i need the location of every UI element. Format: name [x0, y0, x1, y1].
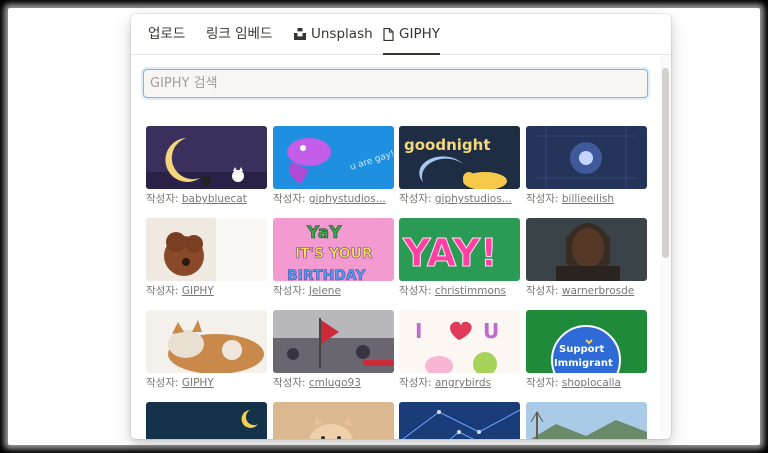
flag-crowd-icon[interactable]: [273, 310, 394, 373]
caption-prefix: 작성자:: [146, 377, 182, 389]
gif-item[interactable]: [399, 402, 520, 439]
gif-caption: 작성자: christimmons: [399, 285, 520, 298]
file-icon: [383, 27, 394, 41]
gif-item[interactable]: [273, 402, 394, 439]
i-love-u-icon[interactable]: IU: [399, 310, 520, 373]
blue-network-icon[interactable]: [399, 402, 520, 439]
gif-item[interactable]: 작성자: warnerbrosde: [526, 218, 647, 298]
dog-photo-icon[interactable]: [146, 218, 267, 281]
gif-item[interactable]: 작성자: GIPHY: [146, 310, 267, 390]
author-link[interactable]: angrybirds: [435, 377, 491, 389]
svg-text:goodnight: goodnight: [404, 136, 491, 154]
svg-text:YAY!: YAY!: [402, 231, 498, 275]
author-link[interactable]: Jelene: [309, 285, 341, 297]
tab-bar: 업로드 링크 임베드 Unsplash GIPHY: [131, 14, 671, 55]
tab-unsplash[interactable]: Unsplash: [294, 14, 373, 54]
support-immigrant-icon[interactable]: Support Immigrant: [526, 310, 647, 373]
yay-birthday-icon[interactable]: YaY IT'S YOUR BIRTHDAY: [273, 218, 394, 281]
gif-item[interactable]: goodnight 작성자: giphystudios...: [399, 126, 520, 206]
gif-caption: 작성자: giphystudios...: [273, 193, 394, 206]
author-link[interactable]: warnerbrosde: [562, 285, 634, 297]
landscape-icon[interactable]: [526, 402, 647, 439]
author-link[interactable]: GIPHY: [182, 377, 214, 389]
sleepy-moon-cat-icon[interactable]: [146, 126, 267, 189]
svg-text:YaY: YaY: [306, 223, 342, 243]
svg-text:Support: Support: [559, 344, 604, 355]
gif-caption: 작성자: billieeilish: [526, 193, 647, 206]
caption-prefix: 작성자:: [399, 377, 435, 389]
tab-unsplash-label: Unsplash: [311, 26, 373, 42]
blue-glow-icon[interactable]: [526, 126, 647, 189]
svg-text:Immigrant: Immigrant: [554, 358, 613, 369]
gif-item[interactable]: 작성자: billieeilish: [526, 126, 647, 206]
search-input[interactable]: [144, 70, 647, 97]
goodnight-moon-icon[interactable]: goodnight: [399, 126, 520, 189]
scrollbar-thumb[interactable]: [662, 68, 669, 258]
svg-text:IT'S YOUR: IT'S YOUR: [295, 246, 373, 262]
gif-item[interactable]: I U 작성자: angrybirds: [399, 310, 520, 390]
svg-text:I: I: [415, 319, 422, 343]
author-link[interactable]: shoplocalla: [562, 377, 621, 389]
gif-caption: 작성자: cmlugo93: [273, 377, 394, 390]
man-portrait-icon[interactable]: [526, 218, 647, 281]
caption-prefix: 작성자:: [273, 377, 309, 389]
gif-item[interactable]: YAY! 작성자: christimmons: [399, 218, 520, 298]
author-link[interactable]: babybluecat: [182, 193, 247, 205]
yay-text-icon[interactable]: YAY!: [399, 218, 520, 281]
gif-caption: 작성자: giphystudios...: [399, 193, 520, 206]
gif-caption: 작성자: GIPHY: [146, 377, 267, 390]
tab-embed-link[interactable]: 링크 임베드: [206, 14, 272, 54]
gif-item[interactable]: YaY IT'S YOUR BIRTHDAY 작성자: Jelene: [273, 218, 394, 298]
gif-caption: 작성자: GIPHY: [146, 285, 267, 298]
media-picker-popup: 업로드 링크 임베드 Unsplash GIPHY 작성자: babybluec…: [131, 14, 671, 439]
kitten-photo-icon[interactable]: [273, 402, 394, 439]
author-link[interactable]: cmlugo93: [309, 377, 361, 389]
gif-caption: 작성자: angrybirds: [399, 377, 520, 390]
author-link[interactable]: giphystudios...: [435, 193, 512, 205]
tab-giphy[interactable]: GIPHY: [383, 14, 440, 55]
caption-prefix: 작성자:: [146, 285, 182, 297]
caption-prefix: 작성자:: [273, 285, 309, 297]
gif-caption: 작성자: Jelene: [273, 285, 394, 298]
gif-caption: 작성자: warnerbrosde: [526, 285, 647, 298]
caption-prefix: 작성자:: [526, 377, 562, 389]
unsplash-icon: [294, 28, 306, 40]
gif-item[interactable]: 작성자: cmlugo93: [273, 310, 394, 390]
caption-prefix: 작성자:: [146, 193, 182, 205]
caption-prefix: 작성자:: [399, 285, 435, 297]
author-link[interactable]: GIPHY: [182, 285, 214, 297]
gif-caption: 작성자: shoplocalla: [526, 377, 647, 390]
author-link[interactable]: billieeilish: [562, 193, 614, 205]
search-field[interactable]: [143, 69, 648, 98]
caption-prefix: 작성자:: [273, 193, 309, 205]
caption-prefix: 작성자:: [526, 285, 562, 297]
content-area: 작성자: babybluecat u are gay! 작성자: giphystud…: [131, 55, 660, 439]
caption-prefix: 작성자:: [399, 193, 435, 205]
author-link[interactable]: christimmons: [435, 285, 506, 297]
purple-fish-icon[interactable]: u are gay!: [273, 126, 394, 189]
cat-photo-icon[interactable]: [146, 310, 267, 373]
gif-item[interactable]: 작성자: babybluecat: [146, 126, 267, 206]
gif-item[interactable]: good: [146, 402, 267, 439]
tab-upload[interactable]: 업로드: [148, 14, 185, 54]
gif-item[interactable]: Support Immigrant 작성자: shoplocalla: [526, 310, 647, 390]
caption-prefix: 작성자:: [526, 193, 562, 205]
svg-text:U: U: [483, 319, 499, 343]
gif-item[interactable]: 작성자: GIPHY: [146, 218, 267, 298]
gif-item[interactable]: u are gay! 작성자: giphystudios...: [273, 126, 394, 206]
tab-upload-label: 업로드: [148, 26, 186, 42]
svg-text:BIRTHDAY: BIRTHDAY: [287, 268, 366, 281]
scrollbar[interactable]: [660, 55, 671, 439]
gif-caption: 작성자: babybluecat: [146, 193, 267, 206]
tab-embed-link-label: 링크 임베드: [206, 26, 273, 42]
tab-giphy-label: GIPHY: [399, 26, 440, 42]
author-link[interactable]: giphystudios...: [309, 193, 386, 205]
gif-item[interactable]: [526, 402, 647, 439]
good-night-text-icon[interactable]: good: [146, 402, 267, 439]
